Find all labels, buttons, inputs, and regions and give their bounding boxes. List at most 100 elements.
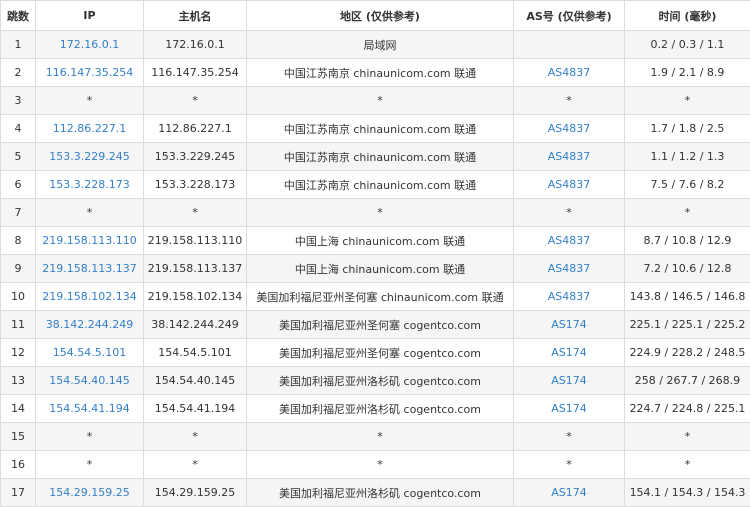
ip-link[interactable]: 219.158.102.134 xyxy=(42,290,136,303)
table-row: 4112.86.227.1112.86.227.1中国江苏南京 chinauni… xyxy=(1,115,750,143)
as-link[interactable]: AS4837 xyxy=(548,234,591,247)
ip-cell: * xyxy=(36,451,144,479)
table-header: 跳数 IP 主机名 地区 (仅供参考) AS号 (仅供参考) 时间 (毫秒) xyxy=(1,1,750,31)
ip-cell: 153.3.229.245 xyxy=(36,143,144,171)
hostname-cell: 153.3.228.173 xyxy=(144,171,247,199)
hostname-cell: 154.54.41.194 xyxy=(144,395,247,423)
location-cell: 美国加利福尼亚州圣何塞 chinaunicom.com 联通 xyxy=(247,283,514,311)
as-link[interactable]: AS174 xyxy=(551,374,587,387)
ip-link[interactable]: 219.158.113.137 xyxy=(42,262,136,275)
hostname-cell: 219.158.113.110 xyxy=(144,227,247,255)
hop-cell: 5 xyxy=(1,143,36,171)
location-cell: 中国上海 chinaunicom.com 联通 xyxy=(247,255,514,283)
ip-link[interactable]: 116.147.35.254 xyxy=(46,66,133,79)
hop-cell: 16 xyxy=(1,451,36,479)
ip-cell: 154.54.40.145 xyxy=(36,367,144,395)
hop-cell: 1 xyxy=(1,31,36,59)
ip-link[interactable]: 219.158.113.110 xyxy=(42,234,136,247)
header-hostname: 主机名 xyxy=(144,1,247,31)
location-cell: * xyxy=(247,451,514,479)
location-cell: 中国江苏南京 chinaunicom.com 联通 xyxy=(247,59,514,87)
table-row: 8219.158.113.110219.158.113.110中国上海 chin… xyxy=(1,227,750,255)
hostname-cell: 116.147.35.254 xyxy=(144,59,247,87)
location-cell: 中国江苏南京 chinaunicom.com 联通 xyxy=(247,115,514,143)
as-link[interactable]: AS4837 xyxy=(548,66,591,79)
as-link[interactable]: AS4837 xyxy=(548,262,591,275)
ip-link[interactable]: 112.86.227.1 xyxy=(53,122,126,135)
location-cell: * xyxy=(247,199,514,227)
as-link[interactable]: AS174 xyxy=(551,318,587,331)
ip-cell: 112.86.227.1 xyxy=(36,115,144,143)
as-cell: AS4837 xyxy=(514,171,625,199)
ip-link[interactable]: 153.3.229.245 xyxy=(49,150,129,163)
ip-link[interactable]: 154.29.159.25 xyxy=(49,486,129,499)
hostname-cell: * xyxy=(144,451,247,479)
hop-cell: 17 xyxy=(1,479,36,507)
time-cell: 224.9 / 228.2 / 248.5 xyxy=(625,339,750,367)
hop-cell: 2 xyxy=(1,59,36,87)
ip-link[interactable]: 172.16.0.1 xyxy=(60,38,119,51)
hostname-cell: * xyxy=(144,87,247,115)
table-row: 1138.142.244.24938.142.244.249美国加利福尼亚州圣何… xyxy=(1,311,750,339)
ip-link[interactable]: 154.54.5.101 xyxy=(53,346,126,359)
location-cell: * xyxy=(247,87,514,115)
as-link[interactable]: AS174 xyxy=(551,486,587,499)
location-cell: 局域网 xyxy=(247,31,514,59)
ip-cell: 154.54.5.101 xyxy=(36,339,144,367)
as-cell: AS4837 xyxy=(514,227,625,255)
ip-link[interactable]: 38.142.244.249 xyxy=(46,318,133,331)
as-link[interactable]: AS4837 xyxy=(548,178,591,191)
header-row: 跳数 IP 主机名 地区 (仅供参考) AS号 (仅供参考) 时间 (毫秒) xyxy=(1,1,750,31)
time-cell: 154.1 / 154.3 / 154.3 xyxy=(625,479,750,507)
ip-link[interactable]: 154.54.41.194 xyxy=(49,402,129,415)
hop-cell: 6 xyxy=(1,171,36,199)
hop-cell: 4 xyxy=(1,115,36,143)
as-link[interactable]: AS4837 xyxy=(548,290,591,303)
ip-cell: * xyxy=(36,199,144,227)
location-cell: * xyxy=(247,423,514,451)
location-cell: 美国加利福尼亚州圣何塞 cogentco.com xyxy=(247,311,514,339)
hostname-cell: * xyxy=(144,423,247,451)
as-link[interactable]: AS4837 xyxy=(548,122,591,135)
header-location: 地区 (仅供参考) xyxy=(247,1,514,31)
as-cell: AS174 xyxy=(514,395,625,423)
time-cell: * xyxy=(625,87,750,115)
ip-cell: 219.158.113.110 xyxy=(36,227,144,255)
table-row: 2116.147.35.254116.147.35.254中国江苏南京 chin… xyxy=(1,59,750,87)
header-hop: 跳数 xyxy=(1,1,36,31)
as-cell: AS4837 xyxy=(514,255,625,283)
location-cell: 美国加利福尼亚州洛杉矶 cogentco.com xyxy=(247,395,514,423)
ip-cell: 172.16.0.1 xyxy=(36,31,144,59)
header-as-number: AS号 (仅供参考) xyxy=(514,1,625,31)
hop-cell: 8 xyxy=(1,227,36,255)
ip-cell: 38.142.244.249 xyxy=(36,311,144,339)
time-cell: 225.1 / 225.1 / 225.2 xyxy=(625,311,750,339)
ip-cell: 219.158.102.134 xyxy=(36,283,144,311)
as-cell: AS4837 xyxy=(514,59,625,87)
ip-link[interactable]: 154.54.40.145 xyxy=(49,374,129,387)
time-cell: 7.5 / 7.6 / 8.2 xyxy=(625,171,750,199)
location-cell: 美国加利福尼亚州洛杉矶 cogentco.com xyxy=(247,367,514,395)
table-body: 1172.16.0.1172.16.0.1局域网0.2 / 0.3 / 1.12… xyxy=(1,31,750,507)
ip-link[interactable]: 153.3.228.173 xyxy=(49,178,129,191)
location-cell: 美国加利福尼亚州圣何塞 cogentco.com xyxy=(247,339,514,367)
as-link[interactable]: AS174 xyxy=(551,402,587,415)
as-cell: * xyxy=(514,451,625,479)
as-cell: * xyxy=(514,199,625,227)
hostname-cell: 154.54.5.101 xyxy=(144,339,247,367)
as-link[interactable]: AS4837 xyxy=(548,150,591,163)
hostname-cell: 219.158.102.134 xyxy=(144,283,247,311)
as-link[interactable]: AS174 xyxy=(551,346,587,359)
ip-cell: 116.147.35.254 xyxy=(36,59,144,87)
table-row: 10219.158.102.134219.158.102.134美国加利福尼亚州… xyxy=(1,283,750,311)
time-cell: 7.2 / 10.6 / 12.8 xyxy=(625,255,750,283)
ip-cell: 154.54.41.194 xyxy=(36,395,144,423)
as-cell: AS174 xyxy=(514,367,625,395)
ip-cell: 153.3.228.173 xyxy=(36,171,144,199)
location-cell: 美国加利福尼亚州洛杉矶 cogentco.com xyxy=(247,479,514,507)
table-row: 1172.16.0.1172.16.0.1局域网0.2 / 0.3 / 1.1 xyxy=(1,31,750,59)
location-cell: 中国江苏南京 chinaunicom.com 联通 xyxy=(247,171,514,199)
table-row: 7***** xyxy=(1,199,750,227)
time-cell: 258 / 267.7 / 268.9 xyxy=(625,367,750,395)
hostname-cell: 112.86.227.1 xyxy=(144,115,247,143)
